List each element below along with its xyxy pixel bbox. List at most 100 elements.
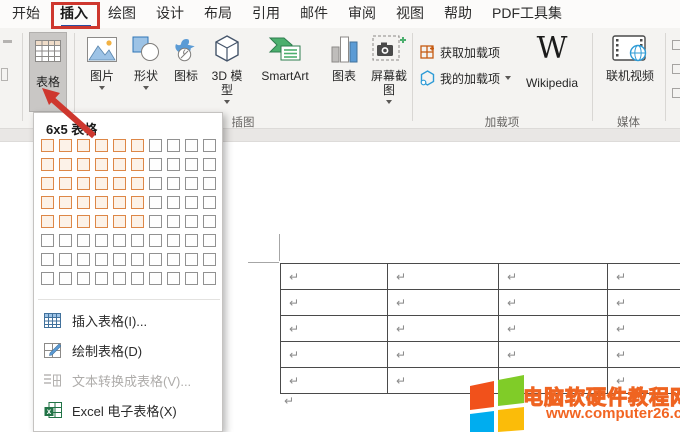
size-grid-cell[interactable] — [167, 158, 180, 171]
size-grid-cell[interactable] — [113, 139, 126, 152]
size-grid-cell[interactable] — [167, 234, 180, 247]
size-grid-cell[interactable] — [203, 177, 216, 190]
size-grid-cell[interactable] — [203, 158, 216, 171]
size-grid-cell[interactable] — [185, 158, 198, 171]
menu-item-quick-tables-clipped[interactable] — [34, 425, 223, 432]
table-cell[interactable]: ↵ — [499, 290, 608, 315]
table-cell[interactable]: ↵ — [608, 316, 680, 341]
size-grid-cell[interactable] — [131, 215, 144, 228]
size-grid-cell[interactable] — [149, 196, 162, 209]
size-grid-cell[interactable] — [41, 196, 54, 209]
size-grid-cell[interactable] — [41, 177, 54, 190]
size-grid-cell[interactable] — [185, 272, 198, 285]
my-addins-button[interactable]: 我的加载项 — [420, 68, 511, 88]
menu-item-insert-table[interactable]: 插入表格(I)... — [34, 305, 223, 335]
size-grid-cell[interactable] — [95, 139, 108, 152]
table-cell[interactable]: ↵ — [281, 316, 388, 341]
size-grid-cell[interactable] — [95, 253, 108, 266]
size-grid-cell[interactable] — [77, 234, 90, 247]
size-grid-cell[interactable] — [59, 253, 72, 266]
size-grid-cell[interactable] — [95, 272, 108, 285]
size-grid-cell[interactable] — [59, 215, 72, 228]
size-grid-cell[interactable] — [41, 253, 54, 266]
size-grid-cell[interactable] — [203, 196, 216, 209]
size-grid-cell[interactable] — [131, 196, 144, 209]
table-cell[interactable]: ↵ — [388, 316, 499, 341]
size-grid-cell[interactable] — [131, 234, 144, 247]
size-grid-cell[interactable] — [203, 234, 216, 247]
size-grid-cell[interactable] — [59, 158, 72, 171]
size-grid-cell[interactable] — [59, 177, 72, 190]
tab-references[interactable]: 引用 — [242, 0, 290, 31]
tab-help[interactable]: 帮助 — [434, 0, 482, 31]
size-grid-cell[interactable] — [113, 196, 126, 209]
size-grid-cell[interactable] — [59, 196, 72, 209]
size-grid-cell[interactable] — [185, 215, 198, 228]
3d-models-button[interactable]: 3D 模型 — [206, 30, 248, 114]
size-grid-cell[interactable] — [77, 196, 90, 209]
size-grid-cell[interactable] — [95, 177, 108, 190]
size-grid-cell[interactable] — [167, 139, 180, 152]
size-grid-cell[interactable] — [131, 158, 144, 171]
smartart-button[interactable]: SmartArt — [248, 30, 322, 114]
table-cell[interactable]: ↵ — [281, 290, 388, 315]
size-grid-cell[interactable] — [149, 234, 162, 247]
size-grid-cell[interactable] — [203, 139, 216, 152]
table-cell[interactable]: ↵ — [499, 316, 608, 341]
size-grid-cell[interactable] — [113, 253, 126, 266]
table-cell[interactable]: ↵ — [388, 264, 499, 289]
size-grid-cell[interactable] — [77, 139, 90, 152]
table-cell[interactable]: ↵ — [388, 290, 499, 315]
size-grid-cell[interactable] — [185, 234, 198, 247]
size-grid-cell[interactable] — [95, 196, 108, 209]
size-grid-cell[interactable] — [185, 253, 198, 266]
table-size-grid[interactable] — [41, 139, 221, 291]
size-grid-cell[interactable] — [149, 139, 162, 152]
size-grid-cell[interactable] — [167, 196, 180, 209]
size-grid-cell[interactable] — [203, 253, 216, 266]
table-cell[interactable]: ↵ — [499, 264, 608, 289]
tab-review[interactable]: 审阅 — [338, 0, 386, 31]
size-grid-cell[interactable] — [185, 139, 198, 152]
table-cell[interactable]: ↵ — [608, 264, 680, 289]
table-cell[interactable]: ↵ — [499, 342, 608, 367]
online-video-button[interactable]: 联机视频 — [598, 30, 662, 114]
size-grid-cell[interactable] — [95, 234, 108, 247]
size-grid-cell[interactable] — [185, 177, 198, 190]
get-addins-button[interactable]: 获取加载项 — [420, 42, 500, 62]
tab-pdf-tools[interactable]: PDF工具集 — [482, 0, 572, 31]
size-grid-cell[interactable] — [131, 177, 144, 190]
size-grid-cell[interactable] — [113, 177, 126, 190]
size-grid-cell[interactable] — [113, 158, 126, 171]
size-grid-cell[interactable] — [167, 253, 180, 266]
size-grid-cell[interactable] — [131, 139, 144, 152]
size-grid-cell[interactable] — [95, 158, 108, 171]
size-grid-cell[interactable] — [131, 253, 144, 266]
size-grid-cell[interactable] — [77, 253, 90, 266]
tab-draw[interactable]: 绘图 — [98, 0, 146, 31]
size-grid-cell[interactable] — [131, 272, 144, 285]
size-grid-cell[interactable] — [77, 272, 90, 285]
tab-design[interactable]: 设计 — [146, 0, 194, 31]
size-grid-cell[interactable] — [59, 272, 72, 285]
table-cell[interactable]: ↵ — [281, 264, 388, 289]
size-grid-cell[interactable] — [113, 272, 126, 285]
table-cell[interactable]: ↵ — [608, 342, 680, 367]
table-cell[interactable]: ↵ — [281, 368, 388, 393]
tab-mailings[interactable]: 邮件 — [290, 0, 338, 31]
tab-layout[interactable]: 布局 — [194, 0, 242, 31]
size-grid-cell[interactable] — [149, 215, 162, 228]
size-grid-cell[interactable] — [149, 158, 162, 171]
size-grid-cell[interactable] — [59, 234, 72, 247]
tab-home[interactable]: 开始 — [2, 0, 50, 31]
size-grid-cell[interactable] — [167, 215, 180, 228]
size-grid-cell[interactable] — [41, 139, 54, 152]
size-grid-cell[interactable] — [77, 158, 90, 171]
size-grid-cell[interactable] — [149, 253, 162, 266]
chart-button[interactable]: 图表 — [324, 30, 364, 114]
screenshot-button[interactable]: 屏幕截图 — [366, 30, 412, 114]
table-cell[interactable]: ↵ — [388, 342, 499, 367]
menu-item-draw-table[interactable]: 绘制表格(D) — [34, 335, 223, 365]
size-grid-cell[interactable] — [203, 272, 216, 285]
size-grid-cell[interactable] — [77, 177, 90, 190]
